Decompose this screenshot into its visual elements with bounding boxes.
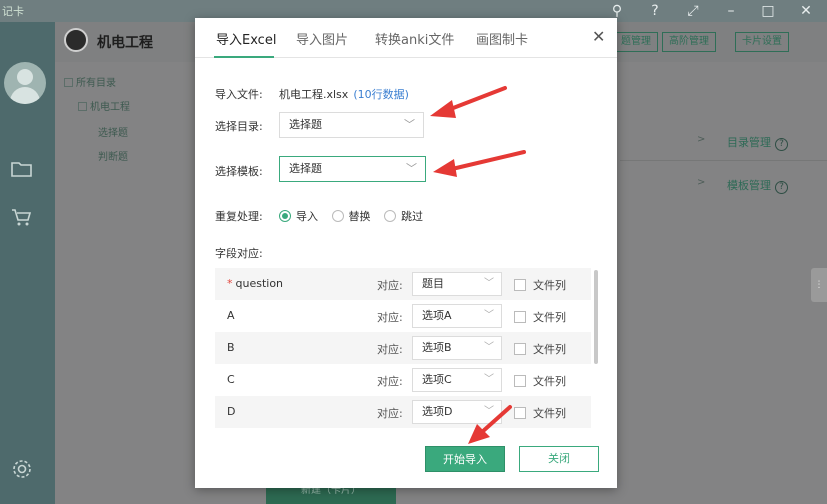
chevron-down-icon: ﹀ (484, 342, 494, 353)
divider (620, 160, 827, 161)
cart-icon[interactable] (10, 206, 36, 228)
side-drawer-handle[interactable]: ⋮ (811, 268, 827, 302)
header-button-question-manage[interactable]: 题管理 (614, 32, 658, 52)
file-row-count: (10行数据) (353, 88, 409, 101)
tree-item-leaf[interactable]: 判断题 (98, 148, 128, 163)
dir-select[interactable]: 选择题 ﹀ (279, 112, 424, 138)
gear-icon[interactable] (10, 458, 36, 480)
file-column-checkbox[interactable]: 文件列 (514, 405, 566, 421)
mapping-select[interactable]: 选项C ﹀ (412, 368, 502, 392)
chevron-down-icon: ﹀ (406, 162, 417, 175)
mapping-select[interactable]: 选项A ﹀ (412, 304, 502, 328)
dir-label: 选择目录: (215, 120, 263, 133)
help-icon: ? (775, 181, 788, 194)
tree-item-root[interactable]: 所有目录 (64, 74, 116, 89)
duplicate-label: 重复处理: (215, 210, 263, 223)
close-button[interactable]: 关闭 (519, 446, 599, 472)
file-column-checkbox[interactable]: 文件列 (514, 309, 566, 325)
radio-skip[interactable]: 跳过 (384, 208, 423, 224)
minimize-icon[interactable]: – (720, 1, 742, 21)
start-import-button[interactable]: 开始导入 (425, 446, 505, 472)
chevron-right-icon: > (697, 177, 706, 188)
chevron-down-icon: ﹀ (484, 406, 494, 417)
close-icon[interactable]: ✕ (592, 27, 605, 46)
dir-manage-link[interactable]: 目录管理? (727, 134, 788, 151)
expand-icon[interactable]: ⤢ (682, 1, 704, 21)
table-scrollbar[interactable] (594, 270, 598, 364)
template-manage-link[interactable]: 模板管理? (727, 177, 788, 194)
template-select[interactable]: 选择题 ﹀ (279, 156, 426, 182)
chevron-down-icon: ﹀ (484, 374, 494, 385)
import-dialog: 导入Excel 导入图片 转换anki文件 画图制卡 ✕ 导入文件: 机电工程.… (195, 18, 617, 488)
mapping-label: 字段对应: (215, 247, 263, 260)
chevron-down-icon: ﹀ (484, 278, 494, 289)
duplicate-options: 导入 替换 跳过 (279, 208, 433, 224)
file-column-checkbox[interactable]: 文件列 (514, 341, 566, 357)
table-row: D 对应: 选项D ﹀ 文件列 (215, 396, 591, 428)
help-icon: ? (775, 138, 788, 151)
file-column-checkbox[interactable]: 文件列 (514, 277, 566, 293)
app-title-mark: 记卡 (2, 5, 24, 18)
tab-draw-card[interactable]: 画图制卡 (476, 29, 528, 48)
dialog-tabs: 导入Excel 导入图片 转换anki文件 画图制卡 ✕ (195, 18, 617, 58)
file-name: 机电工程.xlsx (10行数据) (279, 88, 409, 101)
tab-convert-anki[interactable]: 转换anki文件 (375, 29, 454, 48)
template-label: 选择模板: (215, 165, 263, 178)
close-window-icon[interactable]: ✕ (795, 1, 817, 21)
tab-import-excel[interactable]: 导入Excel (216, 29, 276, 48)
file-column-checkbox[interactable]: 文件列 (514, 373, 566, 389)
avatar[interactable] (4, 62, 46, 104)
chevron-right-icon: > (697, 134, 706, 145)
brand-logo-icon (64, 28, 88, 52)
help-icon[interactable]: ? (644, 1, 666, 21)
table-row: * question 对应: 题目 ﹀ 文件列 (215, 268, 591, 300)
left-navbar (0, 22, 55, 504)
chevron-down-icon: ﹀ (484, 310, 494, 321)
header-button-card-settings[interactable]: 卡片设置 (735, 32, 789, 52)
active-tab-indicator (214, 56, 274, 58)
mapping-select[interactable]: 选项D ﹀ (412, 400, 502, 424)
field-mapping-table: * question 对应: 题目 ﹀ 文件列 A 对应: 选项A ﹀ 文件列 B 对… (215, 268, 599, 428)
maximize-icon[interactable]: □ (757, 1, 779, 21)
chevron-down-icon: ﹀ (404, 118, 415, 131)
table-row: B 对应: 选项B ﹀ 文件列 (215, 332, 591, 364)
radio-import[interactable]: 导入 (279, 208, 318, 224)
radio-replace[interactable]: 替换 (331, 208, 371, 224)
table-row: A 对应: 选项A ﹀ 文件列 (215, 300, 591, 332)
brand-name: 机电工程 (97, 35, 153, 51)
table-row: C 对应: 选项C ﹀ 文件列 (215, 364, 591, 396)
tab-import-image[interactable]: 导入图片 (296, 29, 348, 48)
folder-icon[interactable] (10, 158, 36, 180)
tree-item-child[interactable]: 机电工程 (78, 98, 130, 113)
mapping-select[interactable]: 选项B ﹀ (412, 336, 502, 360)
header-button-advanced-manage[interactable]: 高阶管理 (662, 32, 716, 52)
file-label: 导入文件: (215, 88, 263, 101)
mapping-select[interactable]: 题目 ﹀ (412, 272, 502, 296)
tree-item-leaf[interactable]: 选择题 (98, 124, 128, 139)
